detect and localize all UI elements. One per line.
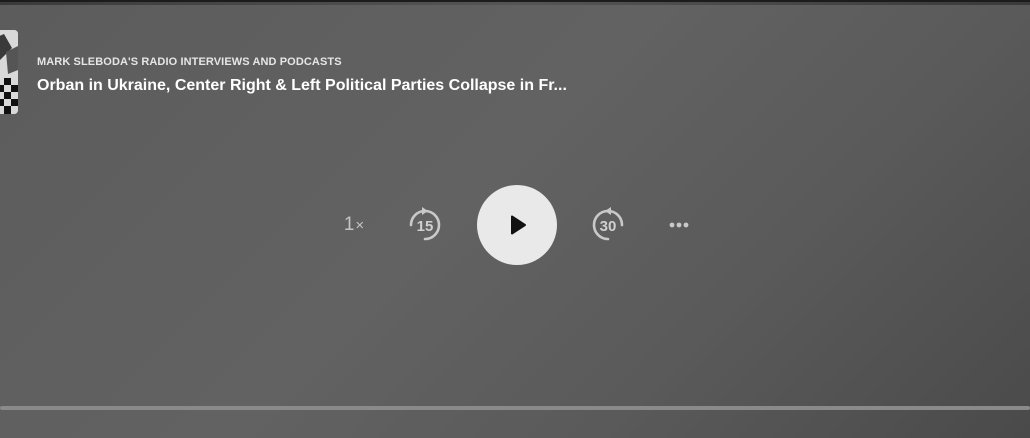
- episode-title[interactable]: Orban in Ukraine, Center Right & Left Po…: [37, 76, 737, 96]
- episode-meta: MARK SLEBODA'S RADIO INTERVIEWS AND PODC…: [37, 55, 737, 96]
- play-button[interactable]: [477, 185, 557, 265]
- play-icon: [511, 215, 526, 235]
- playback-speed-button[interactable]: 1 ×: [334, 209, 374, 241]
- skip-back-seconds: 15: [416, 218, 434, 235]
- podcast-player: MARK SLEBODA'S RADIO INTERVIEWS AND PODC…: [0, 0, 1030, 438]
- more-options-button[interactable]: [662, 213, 696, 237]
- playback-controls: 1 × 15 30: [0, 185, 1030, 265]
- episode-artwork[interactable]: [0, 30, 18, 114]
- artwork-image: [0, 30, 18, 114]
- skip-forward-seconds: 30: [599, 218, 617, 235]
- window-top-edge: [0, 2, 1030, 5]
- skip-forward-button[interactable]: 30: [587, 204, 629, 246]
- podcast-name[interactable]: MARK SLEBODA'S RADIO INTERVIEWS AND PODC…: [37, 55, 737, 69]
- skip-back-button[interactable]: 15: [404, 204, 446, 246]
- more-icon: [669, 222, 689, 228]
- speed-suffix: ×: [355, 216, 365, 234]
- progress-bar[interactable]: [0, 406, 1030, 410]
- speed-value: 1: [343, 214, 355, 235]
